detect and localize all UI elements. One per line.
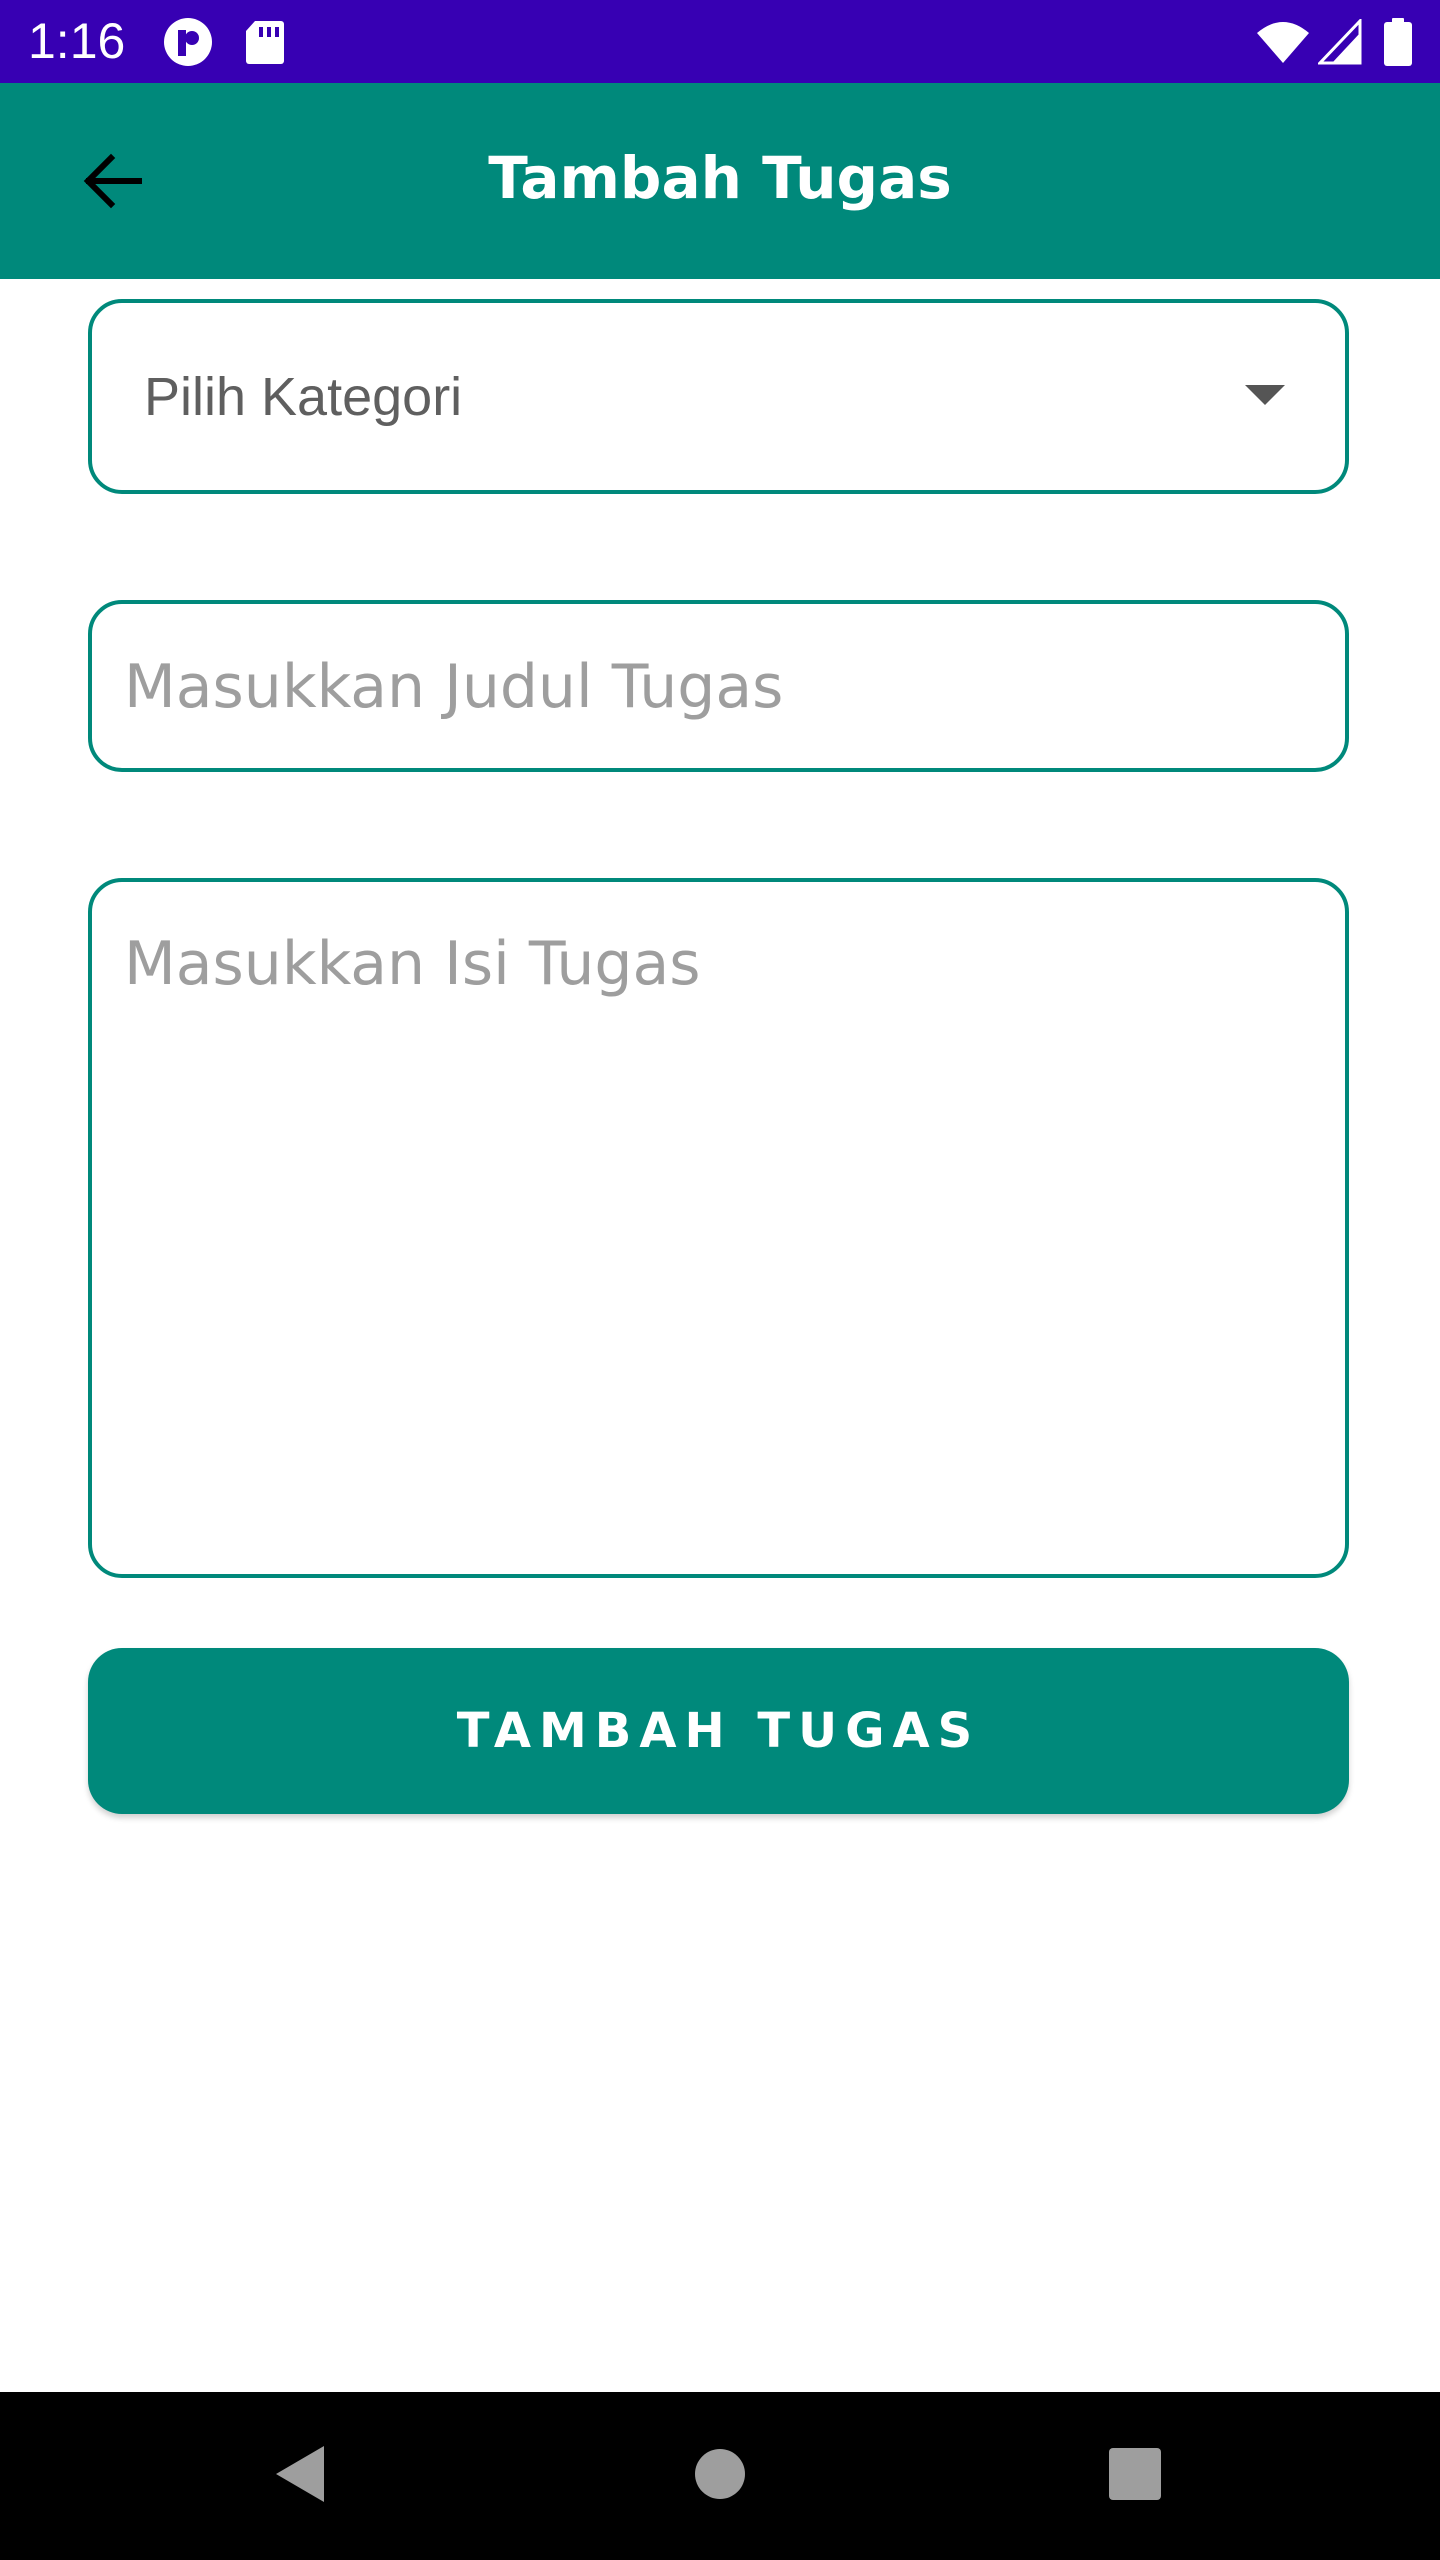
add-task-button[interactable]: TAMBAH TUGAS <box>88 1648 1349 1814</box>
app-bar: Tambah Tugas <box>0 83 1440 279</box>
wifi-icon <box>1255 0 1311 83</box>
app-notification-icon <box>162 0 214 83</box>
category-selected-value: Pilih Kategori <box>144 367 463 427</box>
system-nav-bar <box>0 2392 1440 2560</box>
recents-square-icon <box>1108 2447 1162 2506</box>
sd-card-icon <box>245 0 285 83</box>
page-title: Tambah Tugas <box>488 144 952 212</box>
nav-back-button[interactable] <box>250 2426 350 2526</box>
category-dropdown[interactable]: Pilih Kategori <box>88 299 1349 494</box>
back-triangle-icon <box>272 2444 328 2509</box>
nav-home-button[interactable] <box>670 2426 770 2526</box>
task-title-input[interactable] <box>124 648 1313 726</box>
status-bar: 1:16 <box>0 0 1440 83</box>
status-time: 1:16 <box>28 13 126 69</box>
dropdown-arrow-icon <box>1245 385 1285 405</box>
task-body-field <box>88 878 1349 1578</box>
home-circle-icon <box>694 2448 746 2505</box>
nav-recents-button[interactable] <box>1085 2426 1185 2526</box>
task-body-input[interactable] <box>124 924 1313 1544</box>
signal-icon <box>1318 0 1362 83</box>
battery-icon <box>1383 0 1413 83</box>
task-title-field <box>88 600 1349 772</box>
